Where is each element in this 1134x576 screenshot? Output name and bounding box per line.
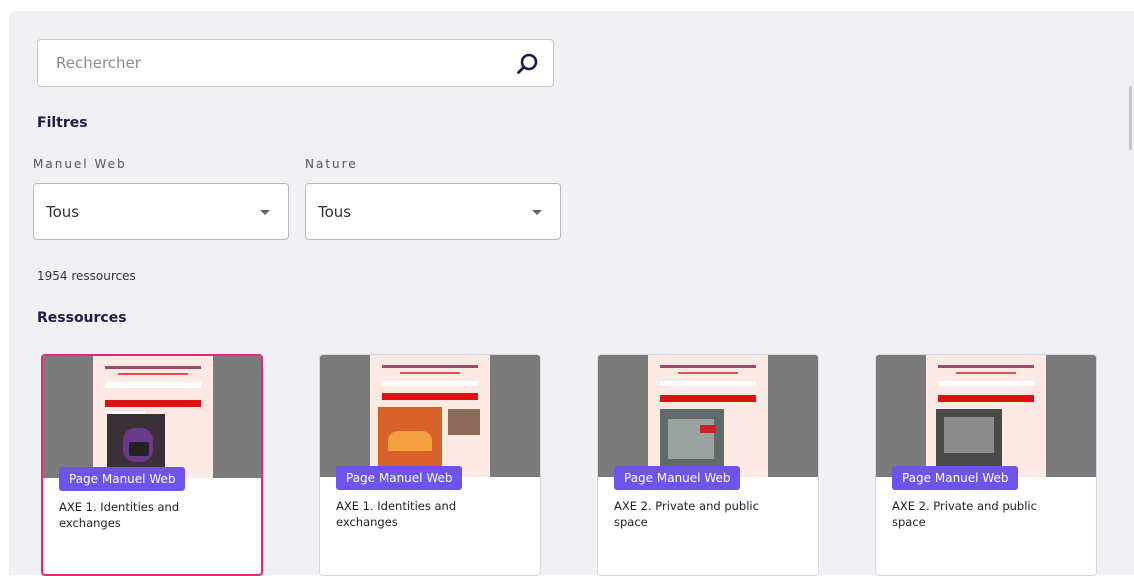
resource-card[interactable]: Page Manuel Web AXE 2. Private and publi… [875, 354, 1097, 576]
resource-thumbnail [43, 356, 261, 478]
manuel-web-select[interactable]: Tous [33, 183, 289, 240]
filter-label-manuel-web: Manuel Web [33, 157, 127, 171]
filter-label-nature: Nature [305, 157, 358, 171]
resource-thumbnail [320, 355, 540, 477]
search-input[interactable]: Rechercher [37, 39, 554, 87]
chevron-down-icon [260, 210, 270, 215]
page-preview-image [926, 355, 1046, 477]
resource-title: AXE 1. Identities and exchanges [336, 499, 457, 529]
search-placeholder: Rechercher [56, 54, 141, 72]
page-preview-image [93, 356, 213, 478]
manuel-web-select-value: Tous [46, 203, 80, 221]
resource-title: AXE 1. Identities and exchanges [59, 500, 180, 530]
chevron-down-icon [532, 210, 542, 215]
page-preview-image [648, 355, 768, 477]
resource-title: AXE 2. Private and public space [892, 499, 1037, 529]
nature-select[interactable]: Tous [305, 183, 561, 240]
resource-thumbnail [598, 355, 818, 477]
content-panel: Rechercher Filtres Manuel Web Tous Natur… [9, 11, 1134, 576]
search-icon[interactable] [515, 51, 541, 77]
resource-type-badge: Page Manuel Web [614, 466, 741, 490]
resource-card[interactable]: Page Manuel Web AXE 1. Identities and ex… [41, 354, 263, 576]
results-count: 1954 ressources [37, 269, 136, 283]
resource-type-badge: Page Manuel Web [892, 466, 1019, 490]
page-preview-image [370, 355, 490, 477]
resource-thumbnail [876, 355, 1096, 477]
filters-heading: Filtres [37, 115, 88, 131]
resource-card[interactable]: Page Manuel Web AXE 1. Identities and ex… [319, 354, 541, 576]
scrollbar[interactable] [1129, 86, 1132, 150]
resources-heading: Ressources [37, 310, 127, 326]
resource-title: AXE 2. Private and public space [614, 499, 759, 529]
resource-type-badge: Page Manuel Web [336, 466, 463, 490]
nature-select-value: Tous [318, 203, 352, 221]
resource-card[interactable]: Page Manuel Web AXE 2. Private and publi… [597, 354, 819, 576]
resource-type-badge: Page Manuel Web [59, 467, 186, 491]
